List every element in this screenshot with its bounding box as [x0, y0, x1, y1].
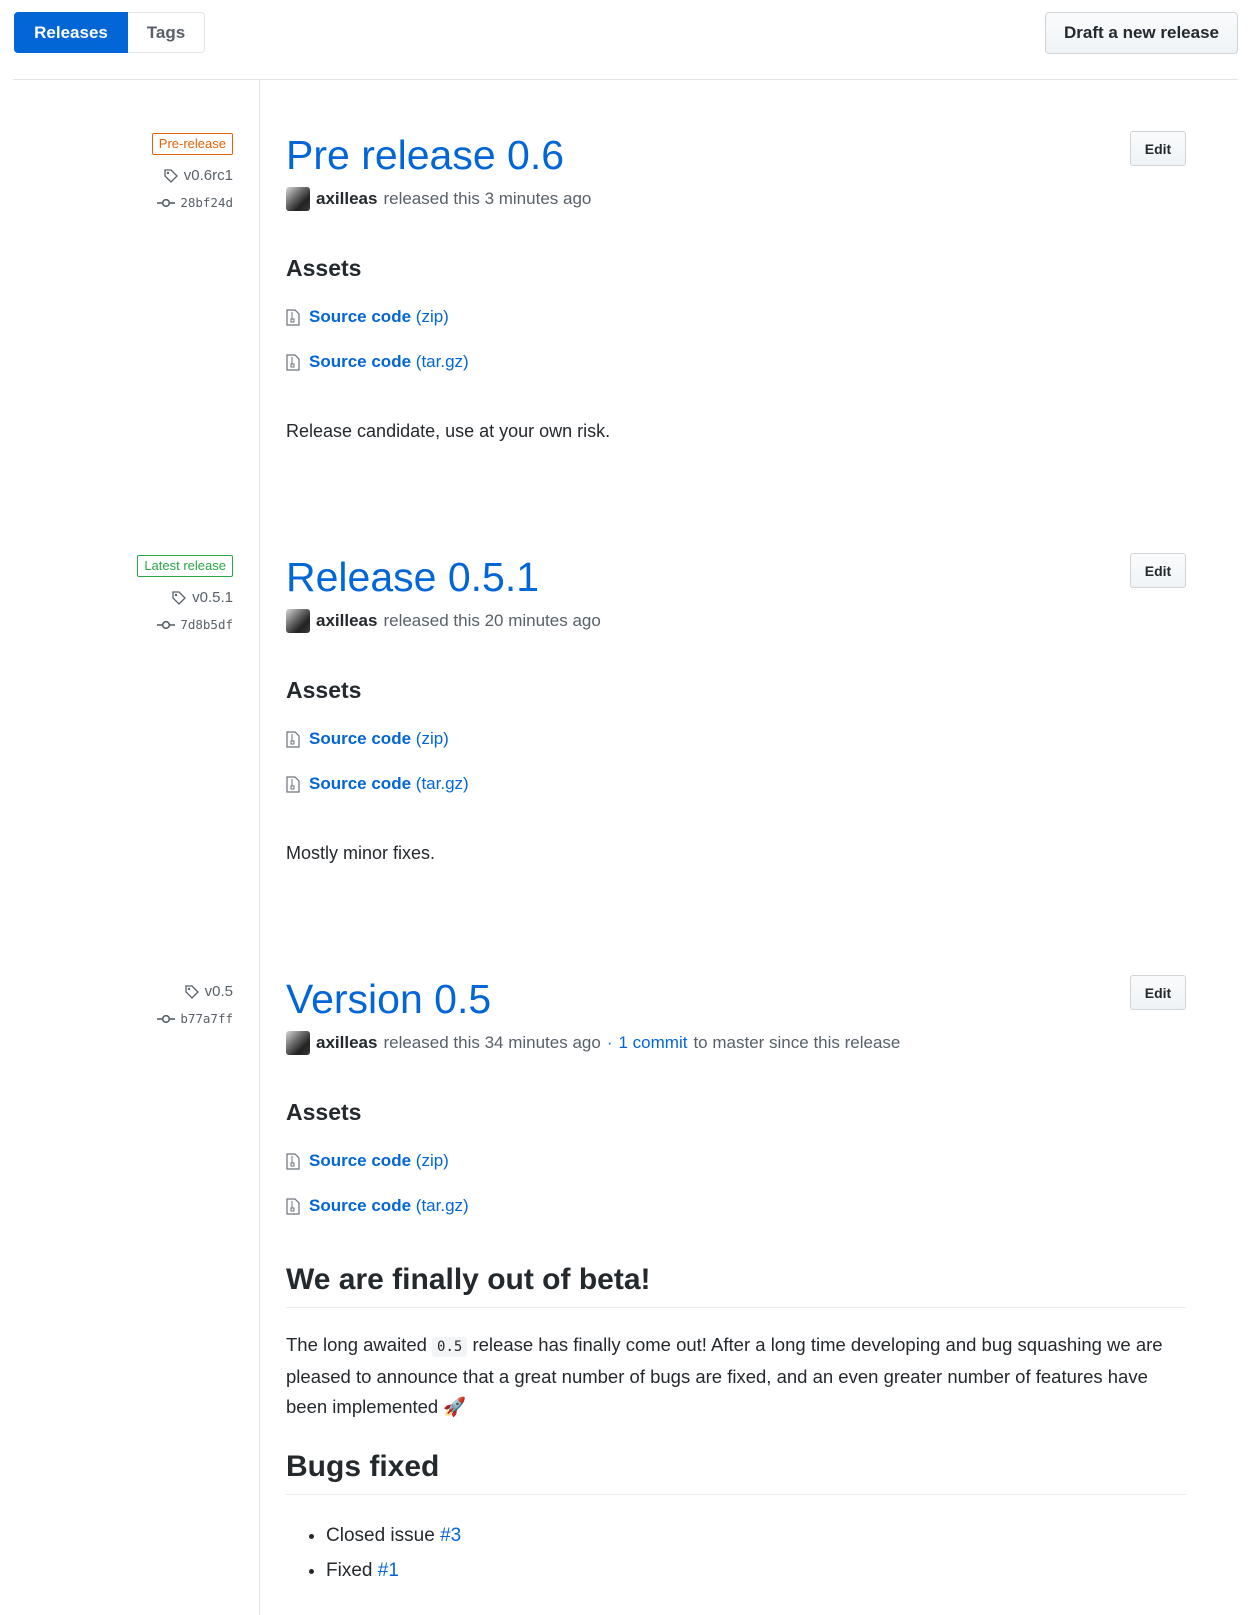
release-tabs: Releases Tags — [14, 12, 205, 53]
release-byline: axilleas released this 3 minutes ago — [286, 187, 1186, 211]
tag-link[interactable]: v0.6rc1 — [73, 167, 233, 184]
tag-link[interactable]: v0.5 — [73, 983, 233, 1000]
commit-icon — [157, 197, 176, 209]
issue-link[interactable]: #1 — [378, 1560, 399, 1581]
release-body: Pre release 0.6 Edit axilleas released t… — [286, 131, 1186, 441]
release-body: Release 0.5.1 Edit axilleas released thi… — [286, 553, 1186, 863]
asset-targz[interactable]: Source code (tar.gz) — [286, 774, 469, 794]
asset-format: (zip) — [415, 729, 449, 748]
bugs-list: Closed issue #3 Fixed #1 — [286, 1518, 461, 1588]
pre-release-badge: Pre-release — [151, 133, 233, 155]
asset-format: (zip) — [415, 307, 449, 326]
bugs-fixed-heading: Bugs fixed — [286, 1450, 1186, 1495]
commit-sha: 28bf24d — [180, 195, 233, 210]
asset-targz[interactable]: Source code (tar.gz) — [286, 1196, 469, 1216]
draft-new-release-button[interactable]: Draft a new release — [1045, 12, 1238, 54]
notes-paragraph: The long awaited 0.5 release has finally… — [286, 1330, 1186, 1422]
commit-sha: 7d8b5df — [180, 617, 233, 632]
file-zip-icon — [286, 775, 300, 793]
file-zip-icon — [286, 1152, 300, 1170]
avatar[interactable] — [286, 187, 310, 211]
commit-link[interactable]: 7d8b5df — [73, 617, 233, 632]
asset-zip[interactable]: Source code (zip) — [286, 729, 449, 749]
asset-label: Source code — [309, 774, 412, 793]
release-meta: Latest release v0.5.1 7d8b5df — [73, 555, 233, 632]
bug-text: Fixed — [326, 1560, 373, 1581]
asset-format: (tar.gz) — [415, 1196, 469, 1215]
version-code: 0.5 — [432, 1337, 468, 1357]
asset-format: (tar.gz) — [415, 352, 469, 371]
latest-release-badge: Latest release — [137, 555, 233, 577]
header-divider — [13, 79, 1238, 80]
tag-icon — [171, 590, 187, 606]
asset-label: Source code — [309, 307, 412, 326]
release-meta: v0.5 b77a7ff — [73, 983, 233, 1026]
avatar[interactable] — [286, 609, 310, 633]
release-byline: axilleas released this 20 minutes ago — [286, 609, 1186, 633]
asset-format: (zip) — [415, 1151, 449, 1170]
file-zip-icon — [286, 308, 300, 326]
asset-label: Source code — [309, 1196, 412, 1215]
commit-sha: b77a7ff — [180, 1011, 233, 1026]
edit-button[interactable]: Edit — [1130, 131, 1186, 166]
commit-icon — [157, 619, 176, 631]
notes-heading: We are finally out of beta! — [286, 1263, 1186, 1308]
issue-link[interactable]: #3 — [440, 1525, 461, 1546]
tag-icon — [184, 984, 200, 1000]
tag-link[interactable]: v0.5.1 — [73, 589, 233, 606]
release-byline: axilleas released this 34 minutes ago · … — [286, 1031, 1186, 1055]
list-item: Fixed #1 — [326, 1553, 461, 1588]
tab-releases[interactable]: Releases — [14, 12, 128, 53]
commit-link[interactable]: b77a7ff — [73, 1011, 233, 1026]
release-meta: Pre-release v0.6rc1 28bf24d — [73, 133, 233, 210]
release-description: Mostly minor fixes. — [286, 843, 436, 863]
tab-tags[interactable]: Tags — [128, 12, 205, 53]
bug-text: Closed issue — [326, 1525, 435, 1546]
release-description: Release candidate, use at your own risk. — [286, 421, 611, 441]
rocket-icon: 🚀 — [443, 1396, 467, 1417]
tag-name: v0.6rc1 — [183, 167, 233, 184]
notes-text-before: The long awaited — [286, 1334, 427, 1355]
asset-zip[interactable]: Source code (zip) — [286, 307, 449, 327]
file-zip-icon — [286, 730, 300, 748]
list-item: Closed issue #3 — [326, 1518, 461, 1553]
commit-icon — [157, 1013, 176, 1025]
author-link[interactable]: axilleas — [316, 189, 377, 209]
release-body: Version 0.5 Edit axilleas released this … — [286, 975, 1186, 1581]
release-title[interactable]: Pre release 0.6 — [286, 131, 1186, 179]
assets-heading: Assets — [286, 255, 362, 281]
avatar[interactable] — [286, 1031, 310, 1055]
asset-zip[interactable]: Source code (zip) — [286, 1151, 449, 1171]
release-time: released this 3 minutes ago — [383, 189, 592, 208]
release-title[interactable]: Version 0.5 — [286, 975, 1186, 1023]
release-time: released this 34 minutes ago — [383, 1033, 601, 1052]
commits-since-suffix: to master since this release — [693, 1033, 901, 1052]
file-zip-icon — [286, 353, 300, 371]
asset-label: Source code — [309, 352, 412, 371]
timeline-line — [259, 80, 260, 1615]
release-title[interactable]: Release 0.5.1 — [286, 553, 1186, 601]
release-time: released this 20 minutes ago — [383, 611, 601, 630]
commit-link[interactable]: 28bf24d — [73, 195, 233, 210]
asset-label: Source code — [309, 729, 412, 748]
file-zip-icon — [286, 1197, 300, 1215]
byline-separator: · — [606, 1033, 613, 1052]
asset-format: (tar.gz) — [415, 774, 469, 793]
tag-name: v0.5 — [204, 983, 233, 1000]
author-link[interactable]: axilleas — [316, 611, 377, 631]
tag-icon — [163, 168, 179, 184]
author-link[interactable]: axilleas — [316, 1033, 377, 1053]
assets-heading: Assets — [286, 677, 362, 703]
edit-button[interactable]: Edit — [1130, 975, 1186, 1010]
edit-button[interactable]: Edit — [1130, 553, 1186, 588]
assets-heading: Assets — [286, 1099, 362, 1125]
asset-targz[interactable]: Source code (tar.gz) — [286, 352, 469, 372]
asset-label: Source code — [309, 1151, 412, 1170]
commits-since-link[interactable]: 1 commit — [618, 1033, 687, 1053]
tag-name: v0.5.1 — [192, 589, 233, 606]
